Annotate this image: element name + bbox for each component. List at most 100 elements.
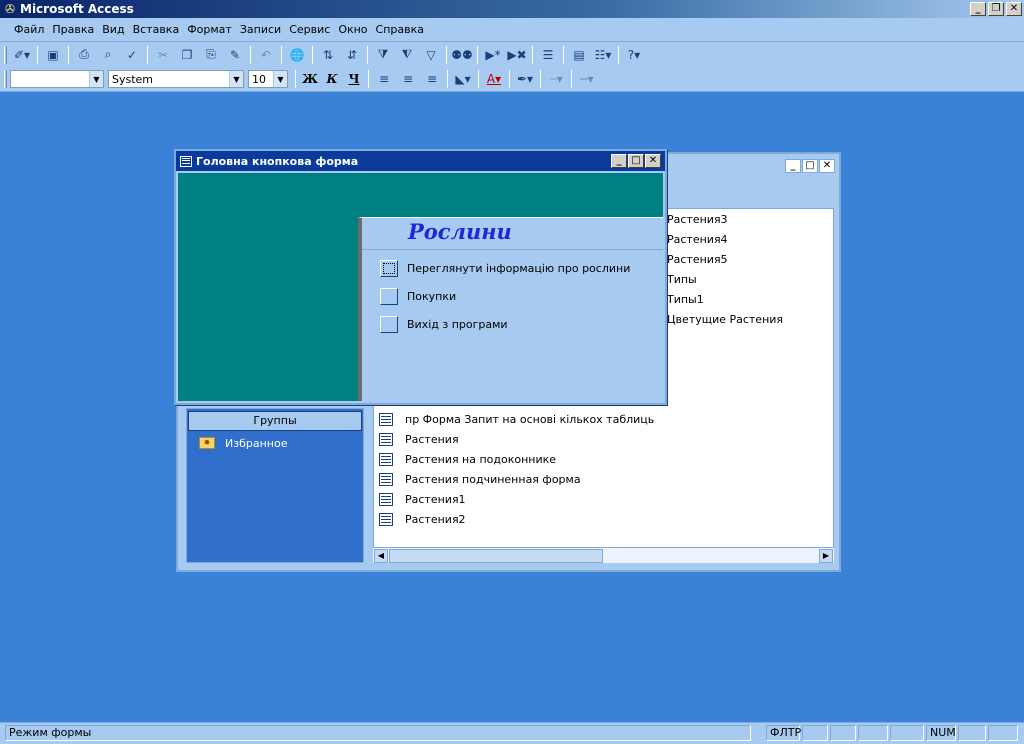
italic-button[interactable]: К xyxy=(321,69,343,89)
font-size-combo[interactable]: 10 ▼ xyxy=(248,70,288,88)
menu-edit[interactable]: Правка xyxy=(48,23,98,36)
restore-icon[interactable]: ❐ xyxy=(988,2,1004,16)
menu-tools[interactable]: Сервис xyxy=(285,23,334,36)
object-combo[interactable]: ▼ xyxy=(10,70,104,88)
help-icon[interactable]: ?▾ xyxy=(623,45,645,65)
spelling-icon[interactable]: ✓ xyxy=(121,45,143,65)
list-item[interactable]: Растения2 xyxy=(379,509,466,529)
switchboard-item-label: Покупки xyxy=(407,290,457,303)
cut-icon[interactable]: ✂ xyxy=(152,45,174,65)
view-icon[interactable]: ✐▾ xyxy=(11,45,33,65)
menu-view[interactable]: Вид xyxy=(98,23,128,36)
align-center-icon[interactable]: ≡ xyxy=(397,69,419,89)
chevron-down-icon[interactable]: ▼ xyxy=(89,71,103,87)
list-item[interactable]: Растения1 xyxy=(379,489,466,509)
scroll-right-icon[interactable]: ▶ xyxy=(819,549,833,563)
list-item[interactable]: Типы1 xyxy=(667,289,704,309)
bold-button[interactable]: Ж xyxy=(299,69,321,89)
line-width-icon[interactable]: ┄▾ xyxy=(545,69,567,89)
list-item[interactable]: Цветущие Растения xyxy=(667,309,783,329)
list-item[interactable]: Растения xyxy=(379,429,459,449)
toolbar-grip[interactable] xyxy=(4,45,7,64)
status-cell-empty xyxy=(858,725,888,741)
list-item-label: Цветущие Растения xyxy=(667,312,784,326)
maximize-icon[interactable]: □ xyxy=(628,154,644,168)
paste-icon[interactable]: ⎘ xyxy=(200,45,222,65)
close-icon[interactable]: ✕ xyxy=(645,154,661,168)
filter-by-form-icon[interactable]: ⧨ xyxy=(396,45,418,65)
line-color-icon[interactable]: ✒▾ xyxy=(514,69,536,89)
sort-ascending-icon[interactable]: ⇅ xyxy=(317,45,339,65)
switchboard-title: Головна кнопкова форма xyxy=(196,154,359,168)
minimize-icon[interactable]: _ xyxy=(970,2,986,16)
special-effect-icon[interactable]: ─▾ xyxy=(576,69,598,89)
list-item[interactable]: Растения4 xyxy=(667,229,728,249)
print-preview-icon[interactable]: ⌕ xyxy=(97,45,119,65)
favorites-group[interactable]: ✹ Избранное xyxy=(187,433,363,453)
favorites-label: Избранное xyxy=(225,436,288,450)
new-record-icon[interactable]: ▶* xyxy=(482,45,504,65)
menu-insert[interactable]: Вставка xyxy=(129,23,184,36)
separator xyxy=(540,70,541,88)
delete-record-icon[interactable]: ▶✖ xyxy=(506,45,528,65)
print-icon[interactable]: ⎙ xyxy=(73,45,95,65)
sort-descending-icon[interactable]: ⇵ xyxy=(341,45,363,65)
status-cell-empty xyxy=(890,725,924,741)
new-object-icon[interactable]: ☷▾ xyxy=(592,45,614,65)
close-icon[interactable]: ✕ xyxy=(819,159,835,173)
switchboard-item-view-plants[interactable]: Переглянути інформацію про рослини xyxy=(380,260,630,277)
list-item[interactable]: Растения на подоконнике xyxy=(379,449,556,469)
chevron-down-icon[interactable]: ▼ xyxy=(273,71,287,87)
menu-file[interactable]: Файл xyxy=(10,23,48,36)
list-item[interactable]: Типы xyxy=(667,269,697,289)
list-item[interactable]: Растения подчиненная форма xyxy=(379,469,581,489)
list-item[interactable]: Растения5 xyxy=(667,249,728,269)
scroll-left-icon[interactable]: ◀ xyxy=(374,549,388,563)
copy-icon[interactable]: ❐ xyxy=(176,45,198,65)
save-icon[interactable]: ▣ xyxy=(42,45,64,65)
menu-format[interactable]: Формат xyxy=(183,23,236,36)
switchboard-button[interactable] xyxy=(380,288,398,305)
align-left-icon[interactable]: ≡ xyxy=(373,69,395,89)
form-icon xyxy=(180,155,192,167)
underline-button[interactable]: Ч xyxy=(343,69,365,89)
font-color-icon[interactable]: A▾ xyxy=(483,69,505,89)
list-item[interactable]: Растения3 xyxy=(667,209,728,229)
list-item[interactable]: пр Форма Запит на основі кількох таблиць xyxy=(379,409,654,429)
maximize-icon[interactable]: □ xyxy=(802,159,818,173)
switchboard-button[interactable] xyxy=(380,260,398,277)
switchboard-item-purchases[interactable]: Покупки xyxy=(380,288,456,305)
chevron-down-icon[interactable]: ▼ xyxy=(229,71,243,87)
toolbar-grip[interactable] xyxy=(4,70,7,88)
undo-icon[interactable]: ↶ xyxy=(255,45,277,65)
find-icon[interactable]: ⚉⚉ xyxy=(451,45,473,65)
separator xyxy=(563,45,564,64)
database-window-icon[interactable]: ▤ xyxy=(568,45,590,65)
switchboard-button[interactable] xyxy=(380,316,398,333)
menu-records[interactable]: Записи xyxy=(236,23,285,36)
minimize-icon[interactable]: _ xyxy=(611,154,627,168)
minimize-icon[interactable]: _ xyxy=(785,159,801,173)
properties-icon[interactable]: ☰ xyxy=(537,45,559,65)
switchboard-heading: Рослини xyxy=(362,218,663,250)
filter-by-selection-icon[interactable]: ⧩ xyxy=(372,45,394,65)
close-icon[interactable]: ✕ xyxy=(1006,2,1022,16)
switchboard-item-label: Вихід з програми xyxy=(407,318,508,331)
horizontal-scrollbar[interactable]: ◀ ▶ xyxy=(373,547,834,563)
scroll-thumb[interactable] xyxy=(389,549,603,563)
list-item-label: Растения4 xyxy=(667,232,728,246)
font-combo[interactable]: System ▼ xyxy=(108,70,244,88)
separator xyxy=(478,70,479,88)
menu-window[interactable]: Окно xyxy=(334,23,371,36)
app-title-bar: ✇ Microsoft Access _ ❐ ✕ xyxy=(0,0,1024,18)
apply-filter-icon[interactable]: ▽ xyxy=(420,45,442,65)
align-right-icon[interactable]: ≡ xyxy=(421,69,443,89)
format-painter-icon[interactable]: ✎ xyxy=(224,45,246,65)
hyperlink-icon[interactable]: 🌐 xyxy=(286,45,308,65)
menu-help[interactable]: Справка xyxy=(372,23,428,36)
separator xyxy=(312,45,313,64)
fill-color-icon[interactable]: ◣▾ xyxy=(452,69,474,89)
list-item-label: Растения2 xyxy=(405,512,466,526)
switchboard-item-exit[interactable]: Вихід з програми xyxy=(380,316,508,333)
groups-bar-button[interactable]: Группы xyxy=(188,411,362,431)
